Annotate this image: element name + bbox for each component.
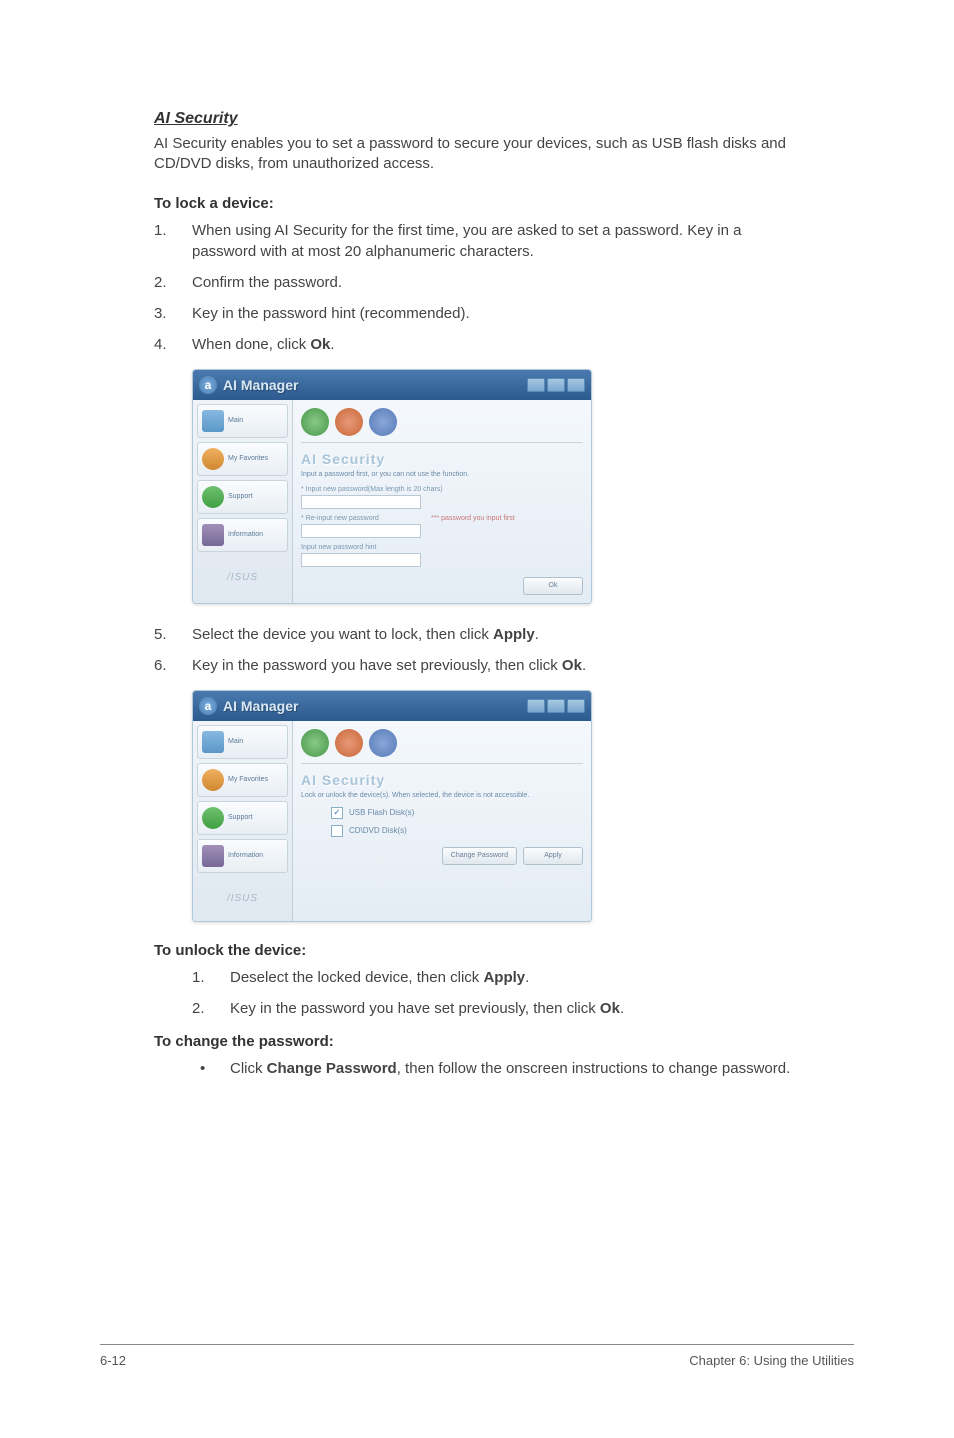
change-bullet: •Click Change Password, then follow the … <box>192 1058 800 1079</box>
main-icon <box>202 731 224 753</box>
info-icon <box>202 524 224 546</box>
field-label-new-password: * Input new password(Max length is 20 ch… <box>301 486 583 493</box>
favorites-icon <box>202 769 224 791</box>
usb-label: USB Flash Disk(s) <box>349 808 414 817</box>
tool-icon-2[interactable] <box>335 729 363 757</box>
nav-favorites[interactable]: My Favorites <box>197 442 288 476</box>
new-password-input[interactable] <box>301 495 421 509</box>
unlock-step-1: 1.Deselect the locked device, then click… <box>192 967 800 988</box>
apply-button[interactable]: Apply <box>523 847 583 865</box>
lock-steps-list: 1.When using AI Security for the first t… <box>154 220 800 355</box>
maximize-button[interactable] <box>547 699 565 713</box>
cddvd-checkbox[interactable] <box>331 825 343 837</box>
nav-support[interactable]: Support <box>197 801 288 835</box>
change-password-button[interactable]: Change Password <box>442 847 517 865</box>
ok-button[interactable]: Ok <box>523 577 583 595</box>
reinput-password-input[interactable] <box>301 524 421 538</box>
main-panel: AI Security Input a password first, or y… <box>293 400 591 603</box>
intro-text: AI Security enables you to set a passwor… <box>154 134 800 175</box>
nav-support[interactable]: Support <box>197 480 288 514</box>
screenshot-set-password: a AI Manager Main My Favorites <box>192 369 592 604</box>
close-button[interactable] <box>567 699 585 713</box>
chapter-title: Chapter 6: Using the Utilities <box>689 1353 854 1368</box>
maximize-button[interactable] <box>547 378 565 392</box>
main-panel: AI Security Lock or unlock the device(s)… <box>293 721 591 921</box>
section-title: AI Security <box>154 110 800 128</box>
tool-icon-3[interactable] <box>369 729 397 757</box>
support-icon <box>202 807 224 829</box>
brand-logo: /ISUS <box>197 572 288 583</box>
panel-title: AI Security <box>301 451 583 467</box>
tool-icon-3[interactable] <box>369 408 397 436</box>
unlock-heading: To unlock the device: <box>154 942 800 959</box>
titlebar: a AI Manager <box>193 691 591 721</box>
support-icon <box>202 486 224 508</box>
main-icon <box>202 410 224 432</box>
favorites-icon <box>202 448 224 470</box>
lock-step-2: 2.Confirm the password. <box>154 272 800 293</box>
panel-title: AI Security <box>301 772 583 788</box>
nav-favorites[interactable]: My Favorites <box>197 763 288 797</box>
unlock-steps-list: 1.Deselect the locked device, then click… <box>192 967 800 1019</box>
lock-step-4: 4.When done, click Ok. <box>154 334 800 355</box>
usb-checkbox[interactable] <box>331 807 343 819</box>
nav-main[interactable]: Main <box>197 404 288 438</box>
nav-information[interactable]: Information <box>197 839 288 873</box>
toolbar <box>301 729 583 764</box>
cddvd-label: CD\DVD Disk(s) <box>349 826 407 835</box>
sidebar: Main My Favorites Support Information /I… <box>193 400 293 603</box>
lock-step-5: 5.Select the device you want to lock, th… <box>154 624 800 645</box>
close-button[interactable] <box>567 378 585 392</box>
page-footer: 6-12 Chapter 6: Using the Utilities <box>100 1344 854 1368</box>
tool-icon-1[interactable] <box>301 729 329 757</box>
password-note: *** password you input first <box>431 515 515 522</box>
nav-main[interactable]: Main <box>197 725 288 759</box>
panel-description: Input a password first, or you can not u… <box>301 471 583 478</box>
toolbar <box>301 408 583 443</box>
option-cddvd-row[interactable]: CD\DVD Disk(s) <box>301 825 583 837</box>
minimize-button[interactable] <box>527 378 545 392</box>
unlock-step-2: 2.Key in the password you have set previ… <box>192 998 800 1019</box>
tool-icon-1[interactable] <box>301 408 329 436</box>
app-logo-icon: a <box>199 697 217 715</box>
app-title: AI Manager <box>223 377 298 393</box>
panel-description: Lock or unlock the device(s). When selec… <box>301 792 583 799</box>
nav-information[interactable]: Information <box>197 518 288 552</box>
window-controls <box>527 699 585 713</box>
info-icon <box>202 845 224 867</box>
lock-heading: To lock a device: <box>154 195 800 212</box>
field-label-reinput: * Re-input new password <box>301 515 421 522</box>
lock-steps-list-cont: 5.Select the device you want to lock, th… <box>154 624 800 676</box>
app-title: AI Manager <box>223 698 298 714</box>
minimize-button[interactable] <box>527 699 545 713</box>
window-controls <box>527 378 585 392</box>
field-label-hint: Input new password hint <box>301 544 583 551</box>
change-bullet-list: •Click Change Password, then follow the … <box>192 1058 800 1079</box>
hint-input[interactable] <box>301 553 421 567</box>
option-usb-row[interactable]: USB Flash Disk(s) <box>301 807 583 819</box>
change-heading: To change the password: <box>154 1033 800 1050</box>
tool-icon-2[interactable] <box>335 408 363 436</box>
page-number: 6-12 <box>100 1353 126 1368</box>
screenshot-select-device: a AI Manager Main My Favorites <box>192 690 592 922</box>
lock-step-6: 6.Key in the password you have set previ… <box>154 655 800 676</box>
titlebar: a AI Manager <box>193 370 591 400</box>
lock-step-3: 3.Key in the password hint (recommended)… <box>154 303 800 324</box>
sidebar: Main My Favorites Support Information /I… <box>193 721 293 921</box>
brand-logo: /ISUS <box>197 893 288 904</box>
lock-step-1: 1.When using AI Security for the first t… <box>154 220 800 262</box>
app-logo-icon: a <box>199 376 217 394</box>
